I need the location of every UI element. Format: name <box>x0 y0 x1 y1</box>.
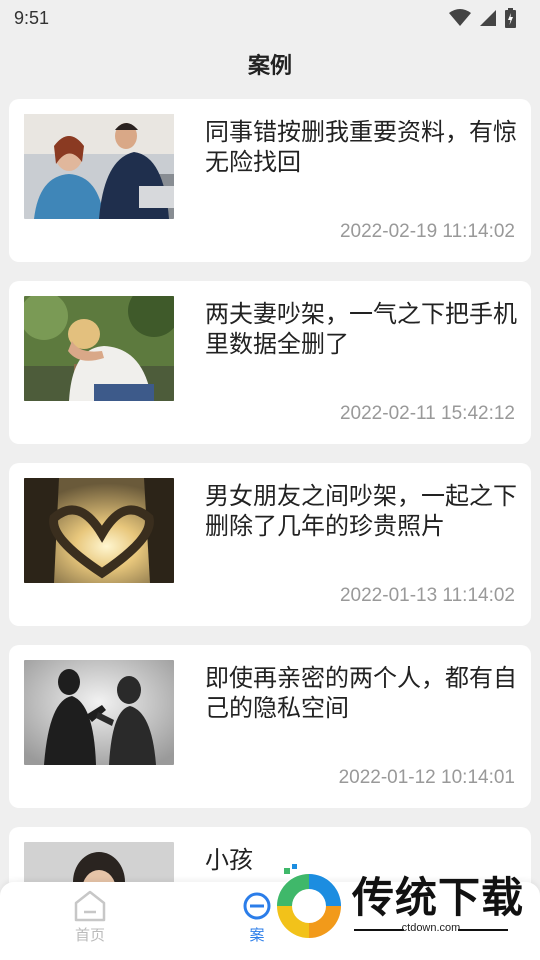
case-title: 男女朋友之间吵架，一起之下删除了几年的珍贵照片 <box>205 482 517 540</box>
watermark: 传统下载 ctdown.com <box>262 858 540 960</box>
header: 案例 <box>0 44 540 84</box>
case-title: 两夫妻吵架，一气之下把手机里数据全删了 <box>205 300 517 358</box>
watermark-url: ctdown.com <box>401 922 461 934</box>
heart-hands-photo <box>24 478 174 583</box>
case-card[interactable]: 即使再亲密的两个人，都有自己的隐私空间 2022-01-12 10:14:01 <box>9 645 531 808</box>
status-bar: 9:51 <box>0 0 540 36</box>
case-date: 2022-02-11 15:42:12 <box>339 403 515 424</box>
case-title: 即使再亲密的两个人，都有自己的隐私空间 <box>205 664 517 722</box>
wifi-icon <box>449 9 471 26</box>
case-card[interactable]: 两夫妻吵架，一气之下把手机里数据全删了 2022-02-11 15:42:12 <box>9 281 531 444</box>
signal-icon <box>480 10 496 26</box>
coworkers-photo <box>24 114 174 219</box>
watermark-title: 传统下载 <box>352 873 525 922</box>
case-date: 2022-01-13 11:14:02 <box>339 585 515 606</box>
status-icons <box>449 8 516 28</box>
tab-home-label: 首页 <box>74 926 105 944</box>
tab-home[interactable]: 首页 <box>45 890 135 956</box>
case-card[interactable]: 同事错按删我重要资料，有惊无险找回 2022-02-19 11:14:02 <box>9 99 531 262</box>
upset-woman-photo <box>24 296 174 401</box>
battery-icon <box>505 8 516 28</box>
case-title: 同事错按删我重要资料，有惊无险找回 <box>205 118 517 176</box>
page-title: 案例 <box>247 54 292 79</box>
home-icon <box>74 890 106 922</box>
case-date: 2022-02-19 11:14:02 <box>339 221 515 242</box>
case-date: 2022-01-12 10:14:01 <box>338 767 515 788</box>
case-card[interactable]: 男女朋友之间吵架，一起之下删除了几年的珍贵照片 2022-01-13 11:14… <box>9 463 531 626</box>
status-time: 9:51 <box>14 7 50 28</box>
silhouette-argue-photo <box>24 660 174 765</box>
watermark-logo-icon <box>276 864 342 939</box>
